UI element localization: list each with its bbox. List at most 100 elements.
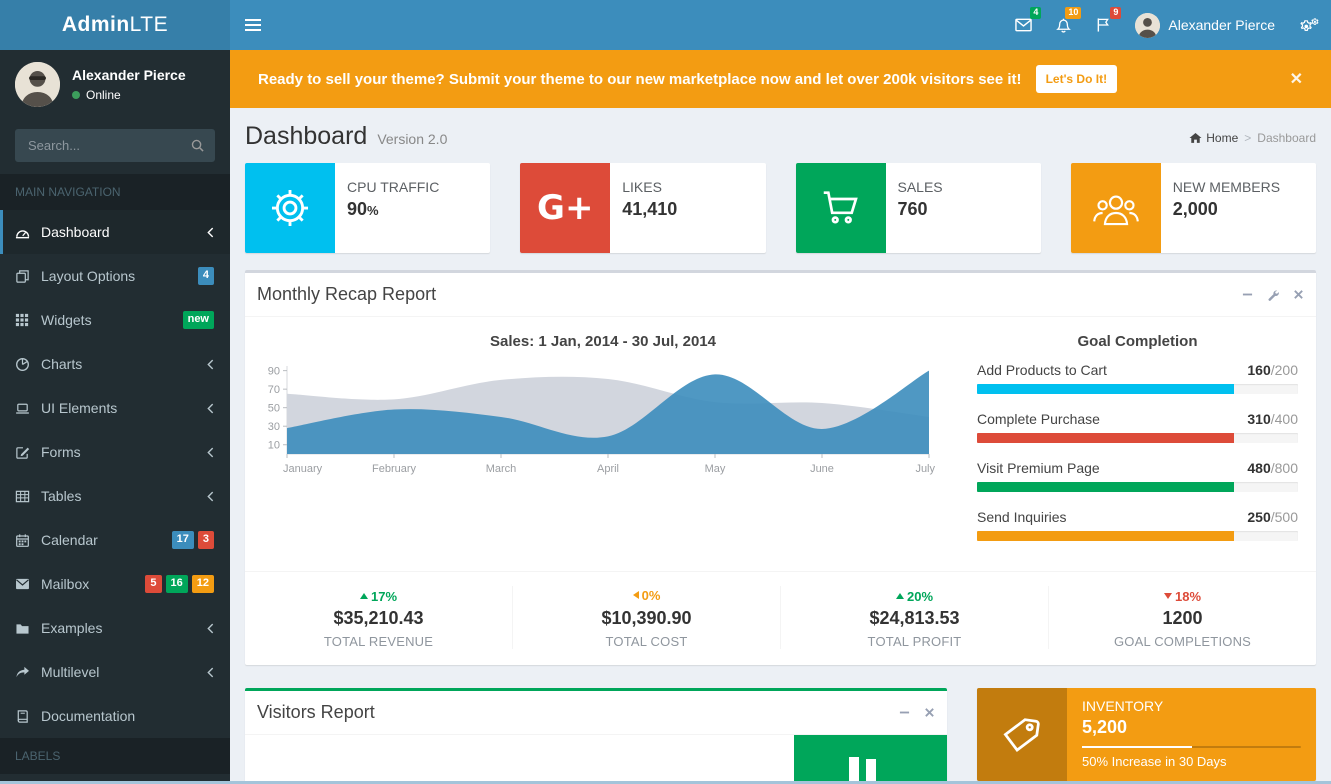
- share-icon: [15, 666, 41, 679]
- home-icon: [1189, 132, 1202, 144]
- sidebar-item-layout-options[interactable]: Layout Options 4: [0, 254, 230, 298]
- progress-group: Add Products to Cart160/200: [977, 362, 1298, 394]
- progress-track: [977, 531, 1298, 541]
- close-icon[interactable]: ✕: [1290, 69, 1303, 89]
- sidebar-item-widgets[interactable]: Widgets new: [0, 298, 230, 342]
- badge: 3: [198, 531, 214, 548]
- visitors-sparkline-block: [794, 735, 947, 784]
- pie-chart-icon: [15, 357, 41, 372]
- info-box-label: LIKES: [622, 179, 677, 195]
- grid-icon: [15, 313, 41, 327]
- progress-bar: [977, 531, 1234, 541]
- sidebar-item-charts[interactable]: Charts: [0, 342, 230, 386]
- progress-group: Visit Premium Page480/800: [977, 460, 1298, 492]
- content-header: Dashboard Version 2.0 Home > Dashboard: [230, 108, 1331, 161]
- bell-icon: [1056, 17, 1071, 33]
- caret-up-icon: [896, 593, 904, 599]
- info-box-label: CPU TRAFFIC: [347, 179, 439, 195]
- sales-chart-area: Sales: 1 Jan, 2014 - 30 Jul, 2014 103050…: [257, 329, 949, 571]
- sidebar-item-multilevel[interactable]: Multilevel: [0, 650, 230, 694]
- main-content: Ready to sell your theme? Submit your th…: [230, 50, 1331, 784]
- svg-text:January: January: [283, 463, 323, 475]
- user-status: Online: [72, 88, 186, 102]
- settings-button[interactable]: [1267, 289, 1279, 301]
- sidebar-section-header: LABELS: [0, 738, 230, 774]
- edit-icon: [15, 445, 41, 460]
- sidebar-item-documentation[interactable]: Documentation: [0, 694, 230, 738]
- lets-do-it-button[interactable]: Let's Do It!: [1036, 65, 1118, 93]
- info-box-sales: SALES 760: [796, 163, 1041, 253]
- info-box-cpu-traffic: CPU TRAFFIC 90%: [245, 163, 490, 253]
- control-sidebar-button[interactable]: [1287, 0, 1331, 50]
- info-box-label: NEW MEMBERS: [1173, 179, 1280, 195]
- svg-text:February: February: [372, 463, 417, 475]
- tasks-menu[interactable]: 9: [1083, 0, 1123, 50]
- sidebar-item-forms[interactable]: Forms: [0, 430, 230, 474]
- sidebar-item-examples[interactable]: Examples: [0, 606, 230, 650]
- book-icon: [15, 709, 41, 724]
- gplus-icon: G+: [520, 163, 610, 253]
- minus-icon: [1242, 289, 1253, 300]
- avatar: [15, 62, 60, 107]
- user-name: Alexander Pierce: [1168, 17, 1275, 33]
- user-menu[interactable]: Alexander Pierce: [1123, 0, 1287, 50]
- badge: 16: [166, 575, 188, 592]
- recap-footer: 17% $35,210.43 TOTAL REVENUE 0% $10,390.…: [245, 571, 1316, 665]
- close-button[interactable]: [924, 707, 935, 718]
- collapse-button[interactable]: [1242, 289, 1253, 300]
- avatar: [1135, 13, 1160, 38]
- sidebar-item-tables[interactable]: Tables: [0, 474, 230, 518]
- info-box-value: 41,410: [622, 199, 677, 220]
- collapse-button[interactable]: [899, 707, 910, 718]
- page-subtitle: Version 2.0: [377, 131, 447, 147]
- stat-goal-completions: 18% 1200 GOAL COMPLETIONS: [1049, 586, 1316, 649]
- panel-header: Monthly Recap Report: [245, 273, 1316, 317]
- search-icon: [191, 139, 204, 152]
- breadcrumb-separator: >: [1244, 131, 1251, 145]
- logo[interactable]: AdminLTE: [0, 0, 230, 50]
- cart-icon: [796, 163, 886, 253]
- sidebar-item-dashboard[interactable]: Dashboard: [0, 210, 230, 254]
- svg-text:April: April: [597, 463, 619, 475]
- progress-bar: [977, 482, 1234, 492]
- visitors-report-panel: Visitors Report: [245, 688, 947, 784]
- info-box-label: SALES: [898, 179, 943, 195]
- chevron-left-icon: [207, 359, 214, 370]
- envelope-icon: [1015, 18, 1032, 32]
- goal-completion-title: Goal Completion: [977, 333, 1298, 350]
- breadcrumb-current: Dashboard: [1257, 131, 1316, 145]
- chevron-left-icon: [207, 447, 214, 458]
- svg-text:90: 90: [268, 366, 280, 378]
- sidebar-item-mailbox[interactable]: Mailbox 5 16 12: [0, 562, 230, 606]
- messages-menu[interactable]: 4: [1003, 0, 1043, 50]
- chevron-left-icon: [207, 227, 214, 238]
- sidebar-toggle-button[interactable]: [230, 0, 275, 50]
- sidebar-item-calendar[interactable]: Calendar 17 3: [0, 518, 230, 562]
- sidebar-section-header: MAIN NAVIGATION: [0, 174, 230, 210]
- inventory-value: 5,200: [1082, 717, 1301, 738]
- sidebar-user-panel: Alexander Pierce Online: [0, 50, 230, 119]
- table-icon: [15, 489, 41, 504]
- chevron-left-icon: [207, 623, 214, 634]
- sidebar-item-ui-elements[interactable]: UI Elements: [0, 386, 230, 430]
- stat-total-profit: 20% $24,813.53 TOTAL PROFIT: [781, 586, 1049, 649]
- visitors-body: [245, 735, 947, 784]
- info-box-row: CPU TRAFFIC 90% G+ LIKES 41,410: [230, 161, 1331, 253]
- breadcrumb-home-link[interactable]: Home: [1189, 131, 1238, 145]
- badge: new: [183, 311, 214, 328]
- svg-text:May: May: [705, 463, 726, 475]
- close-button[interactable]: [1293, 289, 1304, 300]
- messages-badge: 4: [1030, 7, 1041, 19]
- tasks-badge: 9: [1110, 7, 1121, 19]
- svg-text:30: 30: [268, 421, 280, 433]
- hamburger-icon: [245, 16, 261, 34]
- close-icon: [1293, 289, 1304, 300]
- info-box-new-members: NEW MEMBERS 2,000: [1071, 163, 1316, 253]
- badge: 4: [198, 267, 214, 284]
- main-header: AdminLTE 4 10 9: [0, 0, 1331, 50]
- app-window: AdminLTE 4 10 9: [0, 0, 1331, 784]
- search-button[interactable]: [183, 133, 211, 157]
- minus-icon: [899, 707, 910, 718]
- notifications-menu[interactable]: 10: [1043, 0, 1083, 50]
- goal-completion-area: Goal Completion Add Products to Cart160/…: [949, 329, 1304, 571]
